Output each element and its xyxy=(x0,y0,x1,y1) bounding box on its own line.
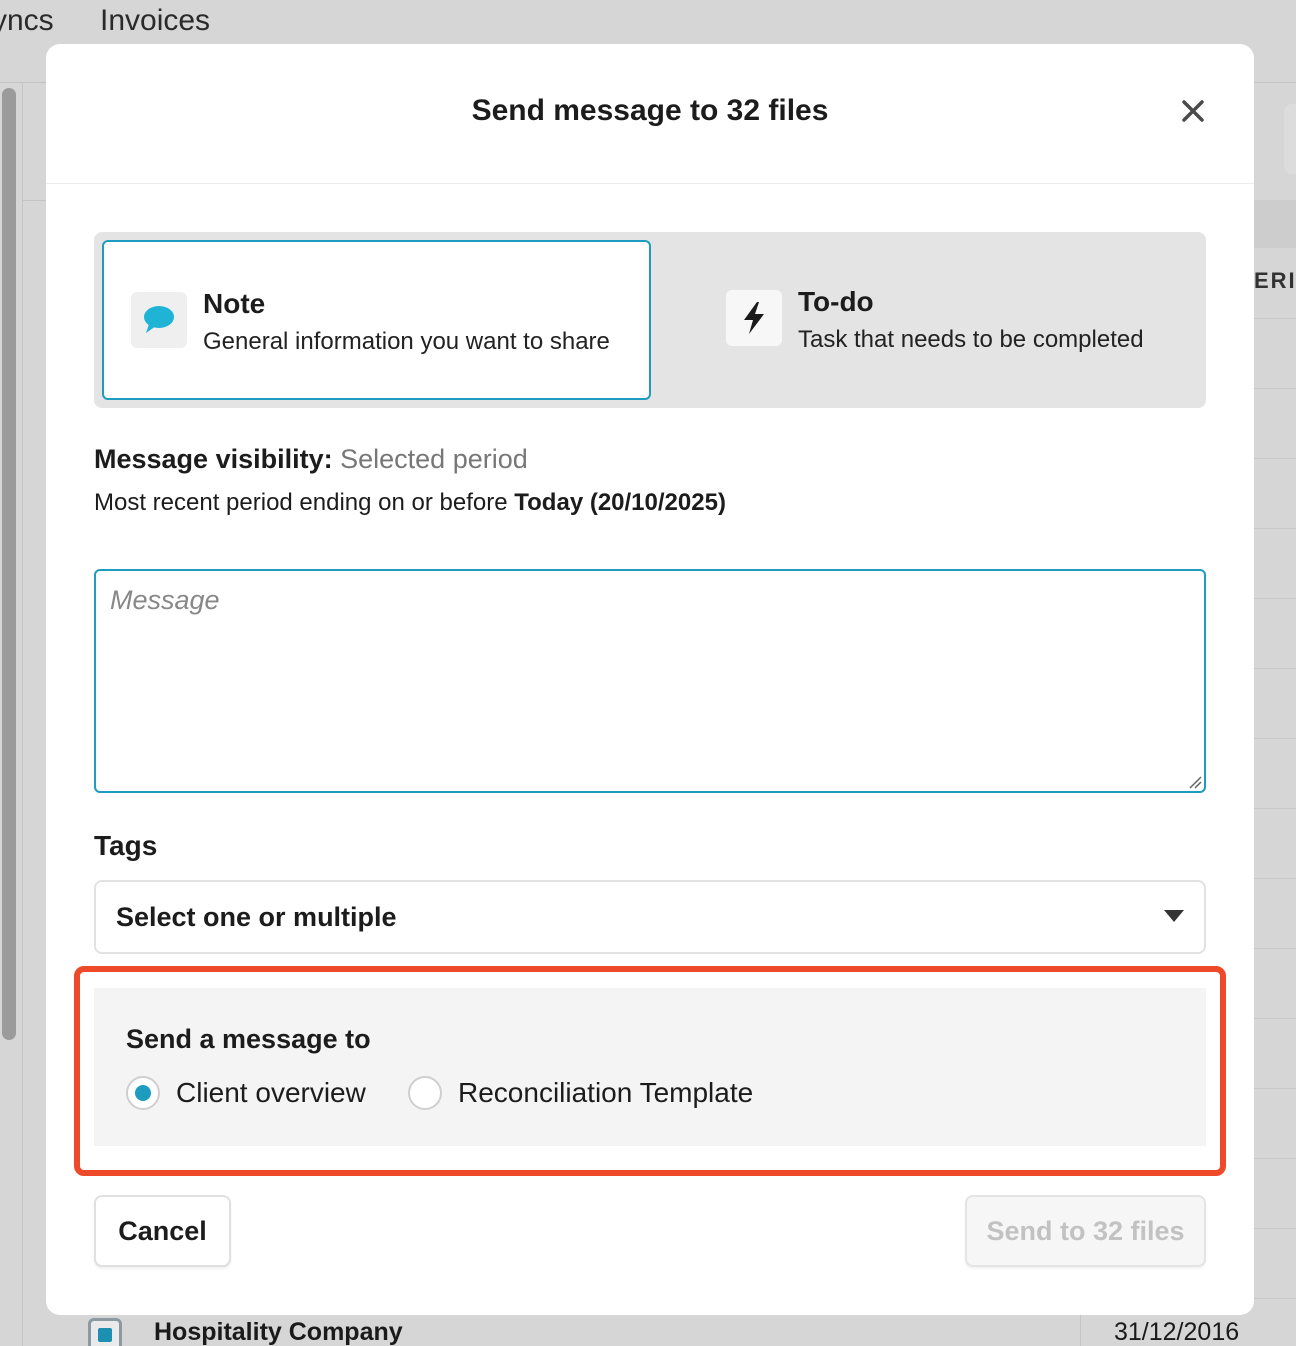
lightning-bolt-icon xyxy=(726,290,782,346)
message-field-wrapper xyxy=(94,569,1206,793)
visibility-label: Message visibility: xyxy=(94,444,333,474)
row-divider xyxy=(1254,668,1296,669)
row-divider xyxy=(1254,598,1296,599)
note-option[interactable]: Note General information you want to sha… xyxy=(102,240,651,400)
tab-invoices[interactable]: Invoices xyxy=(100,0,210,42)
todo-description: Task that needs to be completed xyxy=(798,326,1144,353)
row-divider xyxy=(1254,738,1296,739)
row-divider xyxy=(1254,528,1296,529)
row-divider xyxy=(1254,878,1296,879)
todo-title: To-do xyxy=(798,286,874,317)
note-description: General information you want to share xyxy=(203,328,610,355)
row-divider xyxy=(1254,1018,1296,1019)
tags-dropdown[interactable]: Select one or multiple xyxy=(94,880,1206,954)
note-title: Note xyxy=(203,288,266,319)
period-prefix: Most recent period ending on or before xyxy=(94,489,508,516)
column-header: ERI xyxy=(1254,268,1296,293)
row-divider xyxy=(1254,1228,1296,1229)
background-button xyxy=(1284,104,1296,174)
period-date: Today (20/10/2025) xyxy=(514,489,726,516)
row-divider xyxy=(1254,1298,1296,1299)
highlight-annotation xyxy=(74,966,1226,1176)
close-button[interactable] xyxy=(1178,96,1208,126)
row-divider xyxy=(1254,388,1296,389)
cancel-button[interactable]: Cancel xyxy=(94,1195,231,1267)
chevron-down-icon xyxy=(1164,910,1184,922)
scrollbar[interactable] xyxy=(2,88,16,1040)
table-header-band xyxy=(1254,200,1296,248)
tags-placeholder: Select one or multiple xyxy=(116,902,397,932)
speech-bubble-icon xyxy=(131,292,187,348)
company-name: Hospitality Company xyxy=(154,1318,403,1346)
row-divider xyxy=(1254,1158,1296,1159)
divider xyxy=(1080,1314,1081,1346)
row-divider xyxy=(1254,808,1296,809)
row-divider xyxy=(1254,458,1296,459)
row-divider xyxy=(1254,948,1296,949)
close-icon xyxy=(1182,100,1204,122)
message-textarea[interactable] xyxy=(94,569,1206,793)
period-date: 31/12/2016 xyxy=(1114,1318,1240,1346)
period-description: Most recent period ending on or before T… xyxy=(94,489,726,517)
send-button[interactable]: Send to 32 files xyxy=(965,1195,1206,1267)
visibility-value: Selected period xyxy=(340,444,528,474)
row-divider xyxy=(1254,1088,1296,1089)
row-checkbox[interactable] xyxy=(88,1318,122,1346)
tab-syncs[interactable]: yncs xyxy=(0,0,54,42)
row-divider xyxy=(1254,318,1296,319)
todo-option[interactable]: To-do Task that needs to be completed xyxy=(670,240,1200,400)
modal-header: Send message to 32 files xyxy=(46,44,1254,184)
modal-title: Send message to 32 files xyxy=(471,94,829,127)
message-type-selector: Note General information you want to sha… xyxy=(94,232,1206,408)
tags-label: Tags xyxy=(94,830,158,861)
send-message-modal: Send message to 32 files Note General in… xyxy=(46,44,1254,1315)
divider xyxy=(22,82,23,1346)
message-visibility: Message visibility: Selected period xyxy=(94,444,528,475)
